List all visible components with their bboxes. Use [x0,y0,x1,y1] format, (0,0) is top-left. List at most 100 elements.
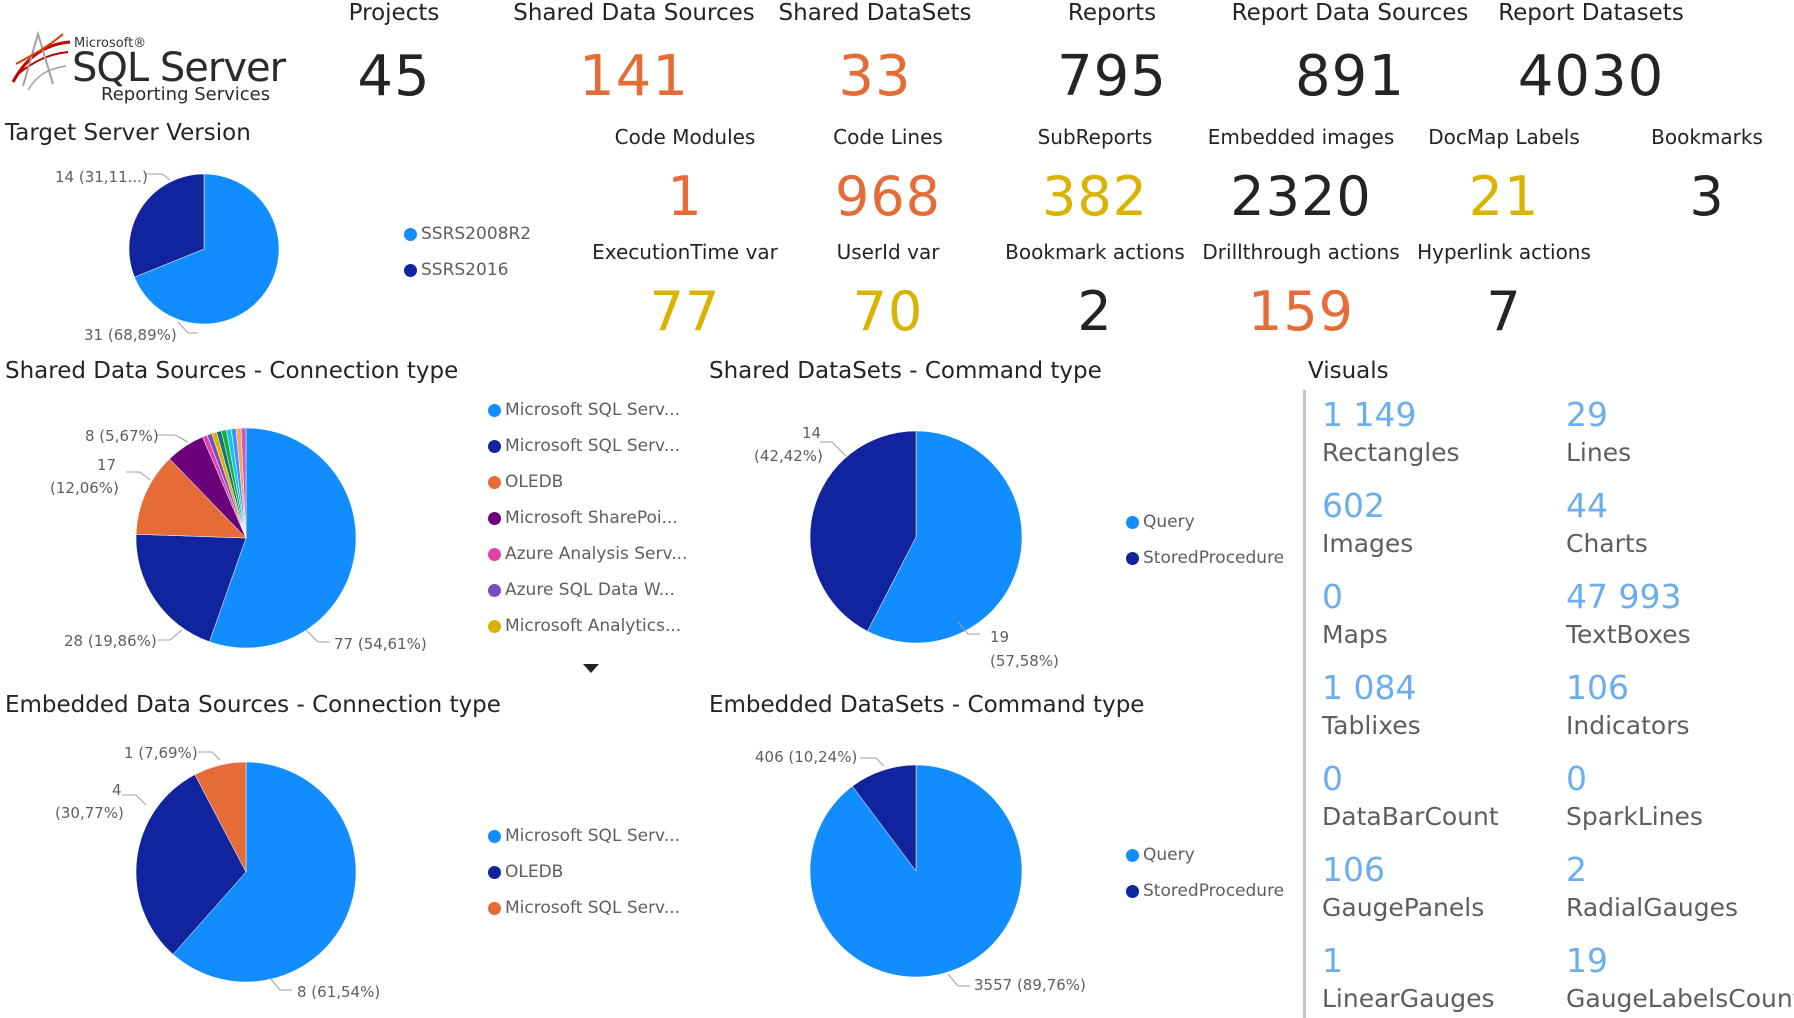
visual-count-gaugepanels: 106 [1322,850,1385,889]
kpi-reports-label: Reports [1067,0,1157,26]
legend-item-ssrs2008r2[interactable]: SSRS2008R2 [404,224,531,244]
shared-dsets-cmd-title: Shared DataSets - Command type [709,358,1102,384]
visual-name-radialgauges: RadialGauges [1566,893,1739,922]
kpi-subreports-label: SubReports [1037,125,1153,149]
legend-label: StoredProcedure [1143,881,1285,901]
legend-label: Azure Analysis Serv... [505,544,688,564]
kpi-report-data-sources-value: 891 [1295,44,1405,109]
legend-label: Microsoft Analytics... [505,616,682,636]
shared-dsets-label-query-count: 19 [990,628,1010,646]
legend-label: SSRS2008R2 [421,224,532,244]
kpi-drillthrough-actions-value: 159 [1247,280,1355,343]
legend-dot [1126,515,1139,529]
embedded-ds-leader-lines [122,751,292,991]
shared-ds-label-sqlserver1: 77 (54,61%) [334,635,427,653]
legend-item-embedded-query[interactable]: Query [1126,845,1195,865]
visual-count-radialgauges: 2 [1566,850,1587,889]
visuals-title: Visuals [1308,358,1389,384]
shared-ds-label-oledb-count: 17 [97,456,117,474]
legend-label: OLEDB [505,472,564,492]
legend-dot [404,227,417,241]
legend-dot [488,403,501,417]
kpi-bookmark-actions-label: Bookmark actions [1005,240,1185,264]
legend-item-ms-sql-server-2[interactable]: Microsoft SQL Serv... [488,436,680,456]
kpi-bookmarks-value: 3 [1689,165,1725,228]
shared-dsets-label-sp-pct: (42,42%) [754,447,823,465]
kpi-report-data-sources-label: Report Data Sources [1231,0,1469,26]
visual-name-rectangles: Rectangles [1322,438,1460,467]
kpi-userid-var-value: 70 [852,280,924,343]
legend-label: Query [1143,512,1195,532]
kpi-report-datasets-value: 4030 [1517,44,1665,109]
tsv-leader-lines [146,173,198,334]
kpi-reports-value: 795 [1057,44,1167,109]
visual-name-gaugelabelscount: GaugeLabelsCount [1566,984,1794,1013]
legend-item-ms-analytics[interactable]: Microsoft Analytics... [488,616,681,636]
kpi-code-lines-label: Code Lines [833,125,943,149]
legend-dot [404,263,417,277]
kpi-userid-var-label: UserId var [836,240,940,264]
kpi-drillthrough-actions-label: Drillthrough actions [1202,240,1400,264]
legend-item-embedded-storedprocedure[interactable]: StoredProcedure [1126,881,1284,901]
kpi-shared-datasets-value: 33 [838,44,912,109]
legend-item-oledb[interactable]: OLEDB [488,472,563,492]
legend-item-ssrs2016[interactable]: SSRS2016 [404,260,508,280]
visual-count-rectangles: 1 149 [1322,395,1417,434]
legend-item-embedded-oledb[interactable]: OLEDB [488,862,563,882]
visual-count-charts: 44 [1566,486,1608,525]
legend-dot [1126,848,1139,862]
legend-scroll-down-icon[interactable] [583,664,599,673]
legend-label: Query [1143,845,1195,865]
legend-item-embedded-ms-sql-server-1[interactable]: Microsoft SQL Serv... [488,826,680,846]
legend-item-embedded-ms-sql-server-2[interactable]: Microsoft SQL Serv... [488,898,680,918]
kpi-hyperlink-actions-label: Hyperlink actions [1417,240,1591,264]
legend-label: Microsoft SharePoi... [505,508,678,528]
tsv-label-ssrs2016: 14 (31,11...) [55,168,148,186]
legend-item-azure-sql-dw[interactable]: Azure SQL Data W... [488,580,675,600]
visual-count-maps: 0 [1322,577,1343,616]
visual-name-lines: Lines [1566,438,1632,467]
legend-dot [488,583,501,597]
legend-dot [488,619,501,633]
legend-dot [488,547,501,561]
kpi-shared-data-sources-value: 141 [579,44,689,109]
visual-name-indicators: Indicators [1566,711,1690,740]
legend-dot [488,439,501,453]
kpi-executiontime-var-value: 77 [649,280,721,343]
legend-label: Microsoft SQL Serv... [505,436,681,456]
shared-ds-label-sharepoint: 8 (5,67%) [85,427,159,445]
kpi-code-lines-value: 968 [834,165,942,228]
kpi-shared-data-sources-label: Shared Data Sources [513,0,755,26]
legend-label: Azure SQL Data W... [505,580,675,600]
tsv-label-ssrs2008r2: 31 (68,89%) [84,326,177,344]
legend-dot [488,865,501,879]
kpi-docmap-labels-value: 21 [1468,165,1540,228]
visual-count-textboxes: 47 993 [1566,577,1682,616]
embedded-ds-label-sqlserver1: 8 (61,54%) [297,983,381,1001]
kpi-projects-value: 45 [357,44,431,109]
visual-count-tablixes: 1 084 [1322,668,1417,707]
legend-item-query[interactable]: Query [1126,512,1195,532]
kpi-code-modules-label: Code Modules [614,125,756,149]
shared-ds-label-sqlserver2: 28 (19,86%) [64,632,157,650]
kpi-bookmarks-label: Bookmarks [1651,125,1763,149]
legend-label: OLEDB [505,862,564,882]
legend-label: StoredProcedure [1143,548,1285,568]
legend-label: Microsoft SQL Serv... [505,400,681,420]
visual-count-lines: 29 [1566,395,1608,434]
shared-dsets-label-sp-count: 14 [802,424,822,442]
kpi-subreports-value: 382 [1041,165,1149,228]
shared-dsets-label-query-pct: (57,58%) [990,652,1059,670]
visual-name-textboxes: TextBoxes [1566,620,1691,649]
visual-name-lineargauges: LinearGauges [1322,984,1495,1013]
legend-item-sharepoint[interactable]: Microsoft SharePoi... [488,508,678,528]
visual-name-databarcount: DataBarCount [1322,802,1499,831]
legend-dot [1126,884,1139,898]
embedded-ds-label-oledb-pct: (30,77%) [55,804,124,822]
kpi-code-modules-value: 1 [667,165,703,228]
legend-item-storedprocedure[interactable]: StoredProcedure [1126,548,1284,568]
legend-item-azure-analysis[interactable]: Azure Analysis Serv... [488,544,687,564]
embedded-ds-label-oledb-count: 4 [112,781,122,799]
legend-item-ms-sql-server-1[interactable]: Microsoft SQL Serv... [488,400,680,420]
legend-dot [488,475,501,489]
